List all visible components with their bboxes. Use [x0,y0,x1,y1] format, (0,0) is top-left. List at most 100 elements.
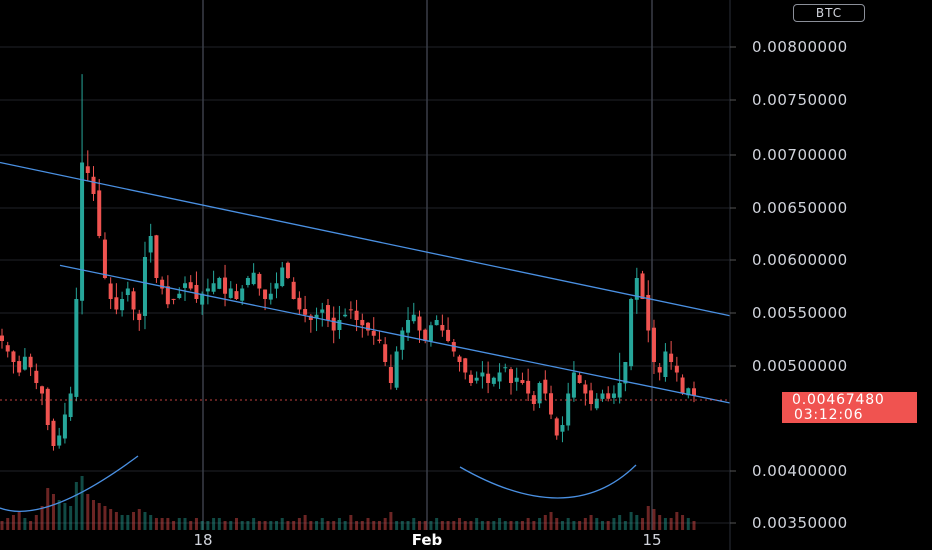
volume-bar [194,518,198,530]
volume-bar [80,476,84,530]
volume-bar [446,521,450,530]
volume-bar [109,509,113,530]
volume-bar [623,521,627,530]
candle-body [446,329,451,341]
volume-bar [492,521,496,530]
candle-body [646,294,651,331]
currency-badge[interactable]: BTC [793,4,865,22]
volume-bar [240,521,244,530]
price-tick-label: 0.00600000 [752,251,848,269]
volume-bar [143,512,147,530]
volume-bar [349,515,353,530]
price-tick-label: 0.00650000 [752,199,848,217]
candle-body [177,293,182,298]
candle-body [51,420,56,446]
candle-body [343,314,348,317]
volume-bar [183,518,187,530]
volume-bar [612,518,616,530]
volume-bar [11,515,15,530]
volume-bar [435,518,439,530]
candle-body [337,320,342,330]
volume-bar [286,521,290,530]
candle-body [383,344,388,362]
candle-body [114,297,119,310]
volume-bar [595,518,599,530]
candle-body [91,176,96,194]
candle-body [194,284,199,299]
candle-body [526,380,531,394]
volume-bar [303,515,307,530]
candle-body [348,309,353,311]
candle-body [268,293,273,300]
volume-bar [383,518,387,530]
volume-bar [17,512,21,530]
candle-body [285,262,290,278]
volume-bar [389,512,393,530]
volume-bar [292,521,296,530]
volume-bar [223,521,227,530]
volume-bar [189,521,193,530]
candle-body [45,388,50,425]
candle-body [251,272,256,285]
volume-bar [646,506,650,530]
candle-body [463,358,468,373]
volume-bar [0,521,4,530]
volume-bar [578,521,582,530]
volume-bar [692,521,696,530]
volume-bar [555,518,559,530]
price-tick-label: 0.00800000 [752,38,848,56]
volume-bar [337,518,341,530]
candle-body [34,370,39,383]
volume-bar [440,521,444,530]
volume-bar [360,521,364,530]
candle-body [125,288,130,296]
volume-bar [326,521,330,530]
volume-bar [149,515,153,530]
volume-bar [154,518,158,530]
volume-bar [377,521,381,530]
candle-body [62,414,67,439]
volume-bar [572,521,576,530]
candle-body [629,299,634,367]
volume-bar [635,515,639,530]
volume-bar [469,521,473,530]
volume-bar [166,518,170,530]
candle-body [394,351,399,388]
volume-bar [463,521,467,530]
volume-bar [263,521,267,530]
candle-body [480,372,485,377]
volume-bar [120,515,124,530]
volume-bar [63,503,67,530]
volume-bar [458,518,462,530]
candle-body [28,356,33,368]
volume-bar [429,521,433,530]
volume-bar [234,518,238,530]
candle-body [205,288,210,292]
volume-bar [669,518,673,530]
candle-body [57,435,62,446]
volume-bar [280,518,284,530]
volume-bar [97,503,101,530]
candle-body [440,324,445,331]
price-tick-label: 0.00400000 [752,462,848,480]
time-tick-label: 18 [193,531,212,549]
volume-bar [538,518,542,530]
volume-bar [452,521,456,530]
candle-body [520,380,525,383]
candle-body [171,298,176,300]
volume-bar [137,509,141,530]
candle-body [663,351,668,377]
volume-bar [74,482,78,530]
candle-body [406,320,411,333]
volume-bar [320,518,324,530]
candle-body [331,317,336,331]
candle-body [148,236,153,253]
candle-body [423,329,428,341]
price-chart[interactable]: 0.00800000 0.00750000 0.00700000 0.00650000… [0,0,932,550]
price-tick-label: 0.00750000 [752,91,848,109]
candle-body [297,297,302,310]
volume-bar [206,521,210,530]
volume-bar [92,500,96,530]
volume-bar [606,521,610,530]
volume-bar [395,521,399,530]
